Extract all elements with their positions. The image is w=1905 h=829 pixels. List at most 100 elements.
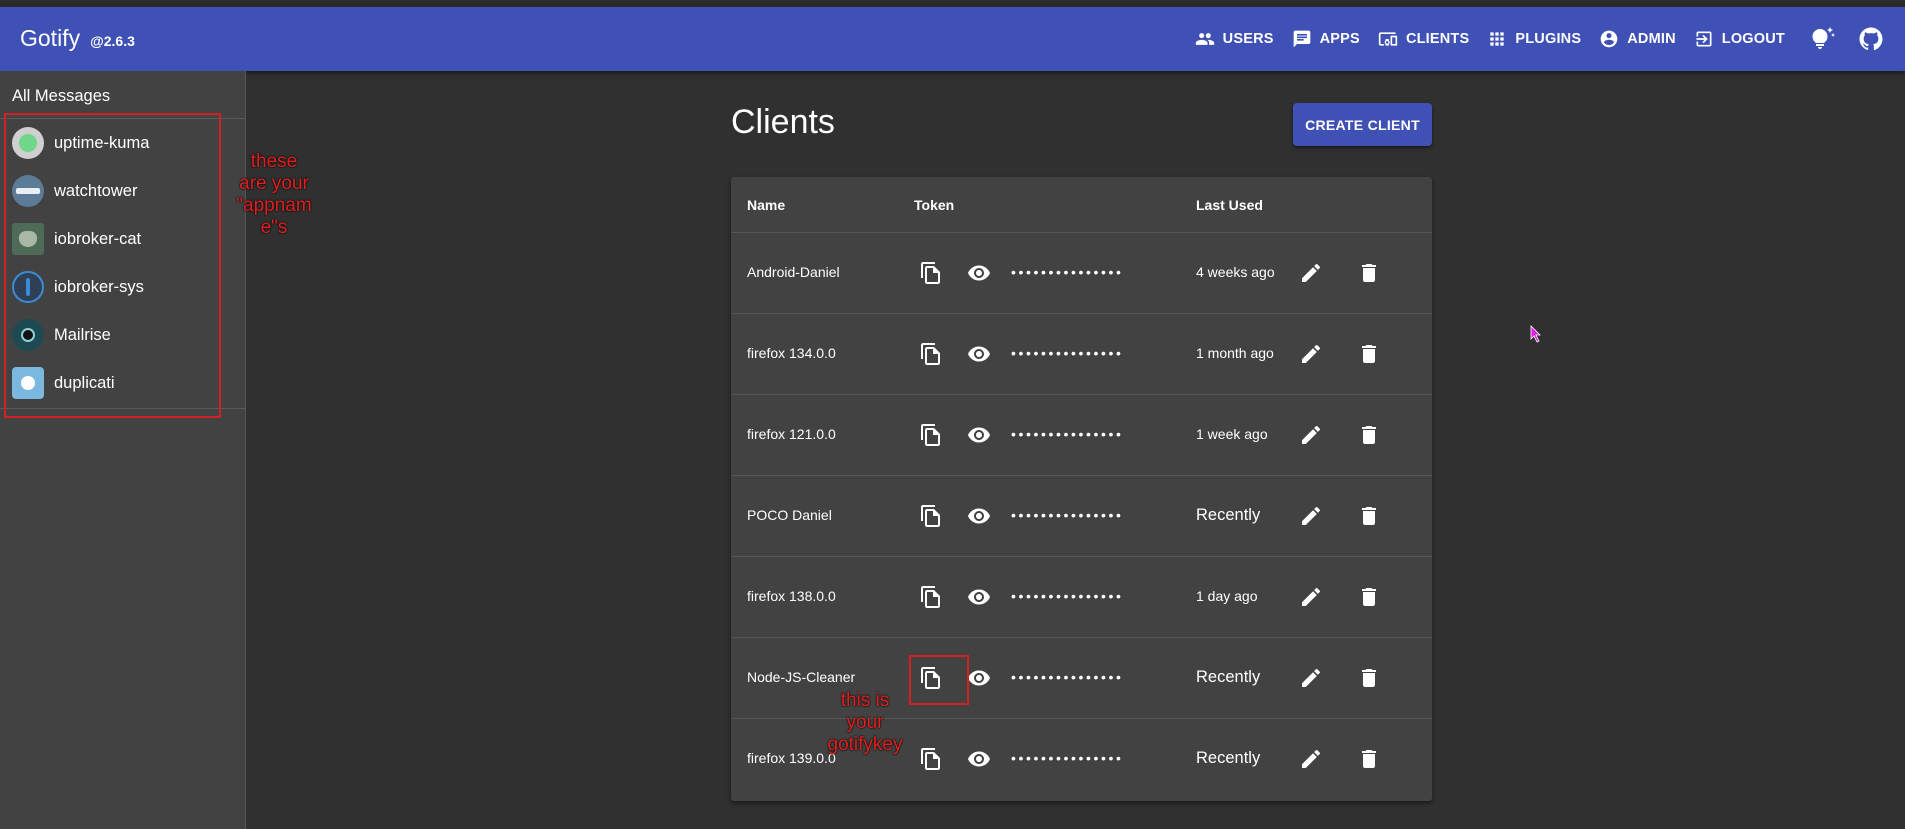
annotation-appname-note: these are your "appnam e"s	[228, 151, 320, 239]
table-row: POCO Daniel ••••••••••••••• Recently	[731, 475, 1432, 556]
edit-client-button[interactable]	[1295, 419, 1327, 451]
column-header-name: Name	[747, 197, 786, 213]
token-masked: •••••••••••••••	[1011, 426, 1124, 442]
edit-client-button[interactable]	[1295, 662, 1327, 694]
delete-client-button[interactable]	[1353, 581, 1385, 613]
copy-icon	[921, 505, 940, 527]
edit-client-button[interactable]	[1295, 338, 1327, 370]
chat-icon	[1293, 30, 1310, 48]
delete-client-button[interactable]	[1353, 338, 1385, 370]
annotation-line: gotifykey	[827, 734, 903, 755]
last-used: 1 week ago	[1196, 426, 1268, 442]
users-icon	[1195, 33, 1214, 45]
edit-client-button[interactable]	[1295, 257, 1327, 289]
copy-icon	[921, 262, 940, 284]
show-token-button[interactable]	[963, 743, 995, 775]
show-token-button[interactable]	[963, 419, 995, 451]
eye-icon	[968, 346, 990, 362]
edit-client-button[interactable]	[1295, 500, 1327, 532]
copy-token-button[interactable]	[915, 581, 947, 613]
page-title: Clients	[731, 103, 835, 141]
pencil-icon	[1302, 425, 1321, 444]
annotation-line: your	[846, 712, 884, 733]
annotation-key-note: this is your gotifykey	[812, 690, 918, 756]
show-token-button[interactable]	[963, 581, 995, 613]
copy-token-button[interactable]	[915, 338, 947, 370]
create-client-button[interactable]: CREATE CLIENT	[1293, 103, 1432, 146]
nav-users-label: USERS	[1222, 31, 1274, 47]
trash-icon	[1362, 345, 1376, 363]
client-name: firefox 134.0.0	[747, 345, 836, 361]
edit-client-button[interactable]	[1295, 581, 1327, 613]
annotation-line: "appnam	[236, 195, 312, 216]
theme-toggle-button[interactable]	[1801, 17, 1845, 61]
all-messages-link[interactable]: All Messages	[12, 87, 110, 106]
nav-clients-label: CLIENTS	[1405, 31, 1470, 47]
pencil-icon	[1302, 506, 1321, 525]
github-link-button[interactable]	[1849, 17, 1893, 61]
last-used: 4 weeks ago	[1196, 264, 1275, 280]
trash-icon	[1362, 426, 1376, 444]
last-used: Recently	[1196, 506, 1261, 524]
app-title[interactable]: Gotify	[20, 25, 80, 52]
copy-token-button[interactable]	[915, 500, 947, 532]
show-token-button[interactable]	[963, 257, 995, 289]
token-masked: •••••••••••••••	[1011, 264, 1124, 280]
token-masked: •••••••••••••••	[1011, 507, 1124, 523]
trash-icon	[1362, 507, 1376, 525]
nav-logout-button[interactable]: LOGOUT	[1688, 21, 1791, 57]
copy-icon	[921, 586, 940, 608]
nav-logout-label: LOGOUT	[1721, 31, 1785, 47]
nav-plugins-label: PLUGINS	[1515, 31, 1582, 47]
last-used: 1 month ago	[1196, 345, 1274, 361]
app-version: @2.6.3	[90, 33, 135, 49]
table-row: firefox 134.0.0 ••••••••••••••• 1 month ag…	[731, 313, 1432, 394]
eye-icon	[968, 670, 990, 686]
nav-admin-button[interactable]: ADMIN	[1593, 21, 1682, 57]
annotation-line: these	[250, 151, 298, 172]
show-token-button[interactable]	[963, 500, 995, 532]
delete-client-button[interactable]	[1353, 419, 1385, 451]
nav-clients-button[interactable]: CLIENTS	[1372, 21, 1475, 57]
pencil-icon	[1302, 263, 1321, 282]
nav-apps-button[interactable]: APPS	[1286, 21, 1366, 57]
delete-client-button[interactable]	[1353, 257, 1385, 289]
apps-grid-icon	[1490, 32, 1505, 46]
delete-client-button[interactable]	[1353, 662, 1385, 694]
copy-icon	[921, 343, 940, 365]
token-masked: •••••••••••••••	[1011, 588, 1124, 604]
brand[interactable]: Gotify @2.6.3	[20, 25, 135, 52]
token-masked: •••••••••••••••	[1011, 750, 1124, 766]
client-name: POCO Daniel	[747, 507, 832, 523]
copy-token-button[interactable]	[915, 419, 947, 451]
annotation-line: this is	[840, 690, 890, 711]
client-name: Node-JS-Cleaner	[747, 669, 856, 685]
delete-client-button[interactable]	[1353, 500, 1385, 532]
trash-icon	[1362, 588, 1376, 606]
annotation-line: are your	[239, 173, 309, 194]
lightbulb-icon	[1812, 27, 1835, 49]
last-used: 1 day ago	[1196, 588, 1258, 604]
eye-icon	[968, 265, 990, 281]
eye-icon	[968, 427, 990, 443]
copy-icon	[921, 748, 940, 770]
pencil-icon	[1302, 668, 1321, 687]
eye-icon	[968, 751, 990, 767]
client-name: firefox 121.0.0	[747, 426, 836, 442]
devices-icon	[1378, 32, 1398, 46]
mouse-cursor-icon	[1530, 325, 1541, 343]
nav-plugins-button[interactable]: PLUGINS	[1481, 21, 1587, 57]
table-row: Android-Daniel ••••••••••••••• 4 weeks ago	[731, 232, 1432, 313]
last-used: Recently	[1196, 749, 1261, 767]
copy-token-button[interactable]	[915, 257, 947, 289]
nav-users-button[interactable]: USERS	[1189, 21, 1280, 57]
column-header-token: Token	[914, 197, 955, 213]
trash-icon	[1362, 669, 1376, 687]
edit-client-button[interactable]	[1295, 743, 1327, 775]
delete-client-button[interactable]	[1353, 743, 1385, 775]
annotation-box-apps	[4, 113, 221, 418]
show-token-button[interactable]	[963, 338, 995, 370]
copy-token-button[interactable]	[915, 743, 947, 775]
github-icon	[1859, 27, 1883, 51]
top-nav: USERS APPS CLIENTS PLUGINS ADMIN LOGOUT	[1189, 7, 1905, 71]
